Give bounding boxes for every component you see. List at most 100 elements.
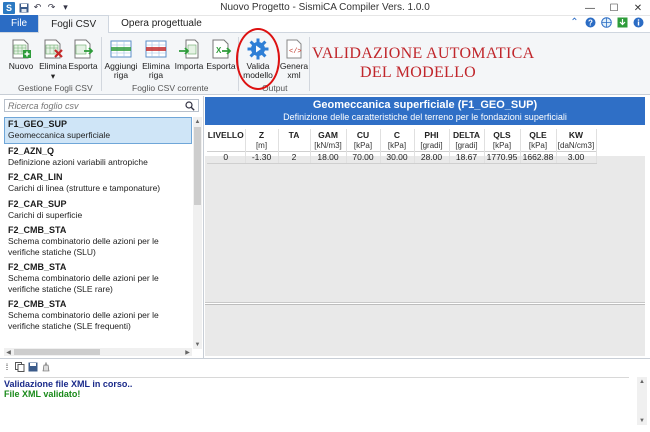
delete-sheet-icon — [41, 37, 65, 61]
tab-opera-progettuale[interactable]: Opera progettuale — [109, 15, 214, 32]
elimina-riga-button[interactable]: Elimina riga — [139, 37, 173, 80]
genera-xml-label: Genera xml — [279, 61, 309, 80]
delete-row-icon — [144, 37, 168, 61]
globe-icon[interactable] — [601, 17, 612, 28]
log-output: Validazione file XML in corso.. File XML… — [4, 377, 629, 425]
ribbon-tabs: File Fogli CSV Opera progettuale ⌃ ? — [0, 15, 650, 33]
tab-fogli-csv[interactable]: Fogli CSV — [38, 15, 110, 33]
csv-code: F2_CAR_SUP — [8, 198, 67, 209]
group-label-corrente: Foglio CSV corrente — [132, 83, 209, 93]
ribbon-right-icons: ⌃ ? — [569, 17, 644, 28]
elimina-label: Elimina — [39, 61, 67, 71]
redo-icon[interactable]: ↷ — [46, 2, 57, 13]
column-header[interactable]: C — [380, 129, 415, 140]
info-icon[interactable] — [633, 17, 644, 28]
table-cell[interactable]: 18.67 — [449, 150, 485, 164]
scroll-right-icon[interactable]: ▶ — [183, 348, 192, 356]
csv-code: F2_CAR_LIN — [8, 172, 63, 182]
scroll-left-icon[interactable]: ◀ — [4, 348, 13, 356]
scroll-thumb[interactable] — [194, 127, 201, 205]
copy-icon[interactable] — [15, 362, 25, 372]
maximize-icon[interactable]: ☐ — [602, 0, 626, 16]
clear-icon[interactable] — [41, 362, 51, 372]
save-icon[interactable] — [18, 2, 29, 13]
list-item[interactable]: F2_CMB_STA Schema combinatorio delle azi… — [4, 223, 192, 260]
column-unit: [kPa] — [520, 140, 557, 151]
table-cell[interactable]: -1.30 — [245, 150, 279, 164]
import-icon — [177, 37, 201, 61]
list-item[interactable]: F2_CMB_STA Schema combinatorio delle azi… — [4, 297, 192, 334]
table-cell[interactable]: 30.00 — [380, 150, 415, 164]
log-line: Validazione file XML in corso.. — [4, 379, 133, 389]
list-item[interactable]: F1_GEO_SUP Geomeccanica superficiale — [4, 117, 192, 144]
column-header[interactable]: KW — [556, 129, 597, 140]
data-table: LIVELLO Z TA GAM CU C PHI DELTA QLS QLE … — [207, 129, 597, 164]
aggiungi-riga-button[interactable]: Aggiungi riga — [104, 37, 138, 80]
csv-desc: Definizione azioni variabili antropiche — [8, 156, 148, 167]
group-label-gestione: Gestione Fogli CSV — [18, 83, 93, 93]
vertical-scrollbar[interactable]: ▲ ▼ — [193, 117, 202, 349]
horizontal-scrollbar[interactable]: ◀ ▶ — [4, 348, 192, 356]
log-toolbar: ⁞ — [2, 361, 51, 373]
column-header[interactable]: TA — [278, 129, 311, 140]
annotation-subtitle: DEL MODELLO — [360, 64, 477, 81]
group-separator — [101, 37, 102, 91]
download-icon[interactable] — [617, 17, 628, 28]
esporta-corrente-button[interactable]: X Esporta — [204, 37, 238, 71]
nuovo-button[interactable]: Nuovo — [4, 37, 38, 71]
up-arrow-icon[interactable]: ⌃ — [569, 17, 580, 28]
scroll-down-icon[interactable]: ▼ — [193, 340, 202, 349]
column-header[interactable]: DELTA — [449, 129, 485, 140]
list-item[interactable]: F2_CAR_SUP Carichi di superficie — [4, 197, 192, 224]
sheet-title: Geomeccanica superficiale (F1_GEO_SUP) — [312, 99, 538, 111]
column-header[interactable]: PHI — [414, 129, 450, 140]
scroll-thumb[interactable] — [14, 349, 100, 355]
column-header[interactable]: Z — [245, 129, 279, 140]
scroll-up-icon[interactable]: ▲ — [193, 117, 202, 126]
customize-icon[interactable]: ▾ — [60, 2, 71, 13]
table-cell[interactable]: 1662.88 — [520, 150, 557, 164]
undo-icon[interactable]: ↶ — [32, 2, 43, 13]
column-header[interactable]: QLE — [520, 129, 557, 140]
svg-text:</>: </> — [289, 48, 302, 56]
column-header[interactable]: LIVELLO — [207, 129, 246, 140]
column-header[interactable]: QLS — [484, 129, 521, 140]
csv-sheet-panel: F1_GEO_SUP Geomeccanica superficiale F2_… — [0, 96, 204, 358]
elimina-button[interactable]: Elimina ▾ — [36, 37, 70, 81]
list-item[interactable]: F2_AZN_Q Definizione azioni variabili an… — [4, 144, 192, 171]
table-cell[interactable]: 28.00 — [414, 150, 450, 164]
log-scrollbar[interactable]: ▲ ▼ — [637, 377, 647, 425]
column-header-row: LIVELLO Z TA GAM CU C PHI DELTA QLS QLE … — [207, 129, 597, 140]
table-cell[interactable]: 1770.95 — [484, 150, 521, 164]
table-row[interactable]: 0 -1.30 2 18.00 70.00 30.00 28.00 18.67 … — [207, 150, 597, 164]
search-icon[interactable] — [185, 101, 195, 111]
scroll-up-icon[interactable]: ▲ — [637, 377, 647, 386]
search-box[interactable] — [4, 99, 199, 112]
esporta-button[interactable]: Esporta — [66, 37, 100, 71]
esporta-label: Esporta — [68, 61, 98, 71]
tab-file[interactable]: File — [0, 15, 39, 32]
window-title: Nuovo Progetto - SismiCA Compiler Vers. … — [220, 2, 430, 13]
export-sheet-icon — [71, 37, 95, 61]
list-item[interactable]: F2_CAR_LIN Carichi di linea (strutture e… — [4, 170, 192, 197]
nuovo-label: Nuovo — [8, 61, 34, 71]
column-header[interactable]: GAM — [310, 129, 347, 140]
table-cell[interactable]: 2 — [278, 150, 311, 164]
list-item[interactable]: F2_CMB_STA Schema combinatorio delle azi… — [4, 260, 192, 297]
help-icon[interactable]: ? — [585, 17, 596, 28]
table-cell[interactable]: 0 — [207, 150, 246, 164]
minimize-icon[interactable]: — — [578, 0, 602, 16]
close-icon[interactable]: ✕ — [626, 0, 650, 16]
table-cell[interactable]: 3.00 — [556, 150, 597, 164]
search-input[interactable] — [8, 100, 178, 111]
save-icon[interactable] — [28, 362, 38, 372]
genera-xml-button[interactable]: </> Genera xml — [277, 37, 311, 80]
app-logo-icon[interactable]: S — [3, 1, 15, 14]
annotation-title: VALIDAZIONE AUTOMATICA — [312, 45, 535, 62]
scroll-down-icon[interactable]: ▼ — [637, 416, 647, 425]
table-cell[interactable]: 70.00 — [346, 150, 381, 164]
column-header[interactable]: CU — [346, 129, 381, 140]
importa-button[interactable]: Importa — [172, 37, 206, 71]
table-cell[interactable]: 18.00 — [310, 150, 347, 164]
column-unit — [207, 140, 246, 151]
